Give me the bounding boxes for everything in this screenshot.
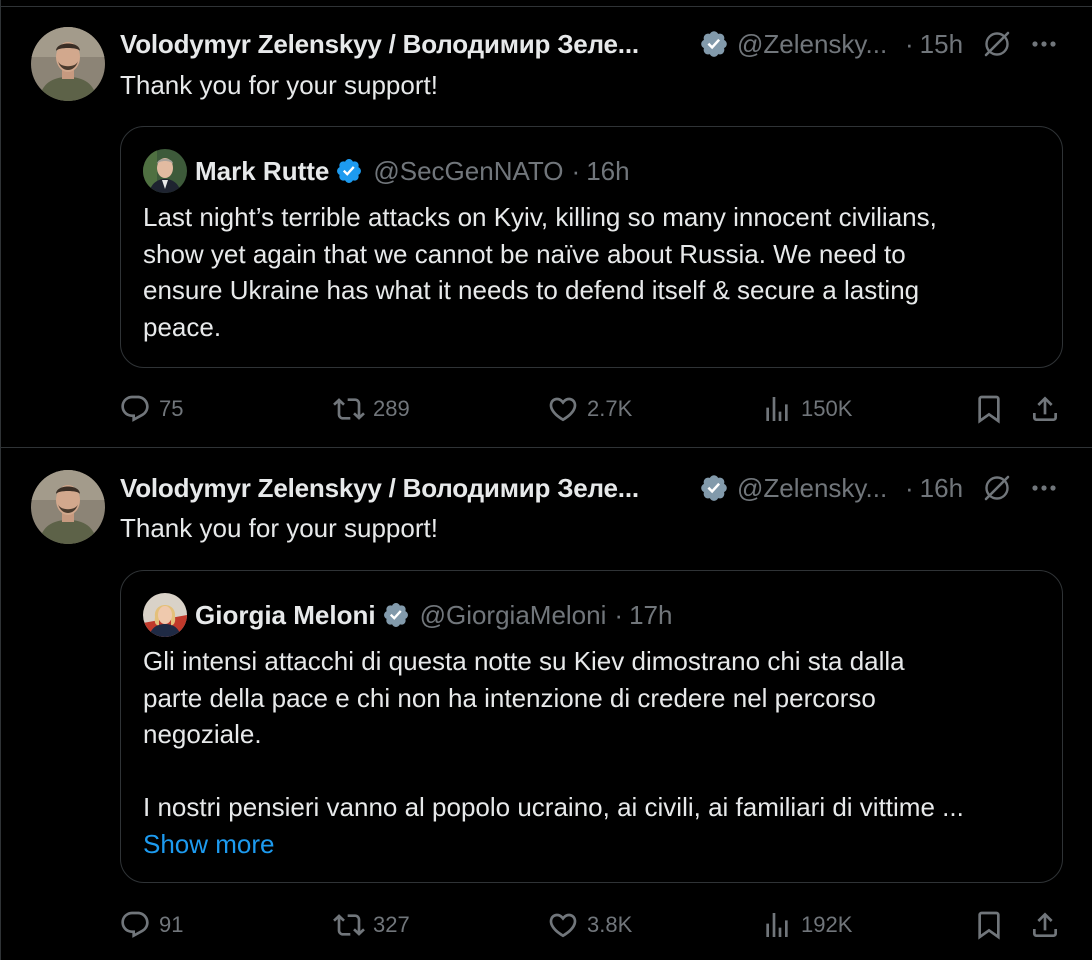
quote-text-line: peace. — [143, 311, 222, 342]
quote-text: Gli intensi attacchi di questa notte su … — [143, 643, 1040, 862]
bookmark-button[interactable] — [973, 389, 1005, 429]
bookmark-button[interactable] — [973, 905, 1005, 945]
more-icon[interactable] — [1029, 29, 1059, 59]
repost-button[interactable]: 327 — [333, 905, 410, 945]
quote-text: Last night’s terrible attacks on Kyiv, k… — [143, 199, 1040, 345]
show-more-link[interactable]: Show more — [143, 826, 1040, 863]
verified-badge-icon — [701, 475, 727, 501]
reply-button[interactable]: 91 — [119, 905, 183, 945]
repost-count: 327 — [373, 912, 410, 937]
tweet-text: Thank you for your support! — [120, 70, 438, 100]
tweet-actions: 91 327 3.8K 192K — [1, 905, 1092, 945]
reply-count: 75 — [159, 396, 184, 421]
like-button[interactable]: 3.8K — [547, 905, 632, 945]
tweet[interactable]: Volodymyr Zelenskyy / Володимир Зеле... … — [1, 0, 1092, 447]
author-avatar[interactable] — [31, 470, 105, 544]
quote-text-line — [143, 753, 1040, 790]
more-icon[interactable] — [1029, 473, 1059, 503]
author-name[interactable]: Volodymyr Zelenskyy / Володимир Зеле... — [120, 29, 685, 60]
quote-text-line: I nostri pensieri vanno al popolo ucrain… — [143, 792, 964, 822]
reply-icon — [121, 911, 149, 938]
verified-badge-icon — [383, 603, 408, 627]
tweet-actions: 75 289 2.7K 150K — [1, 389, 1092, 429]
share-button[interactable] — [1029, 905, 1061, 945]
quote-author-handle[interactable]: @SecGenNATO — [373, 156, 563, 187]
share-icon — [1033, 396, 1057, 421]
quote-text-line: Gli intensi attacchi di questa notte su … — [143, 646, 905, 676]
author-avatar[interactable] — [31, 27, 105, 101]
grok-icon[interactable] — [981, 472, 1013, 504]
views-icon — [766, 397, 788, 421]
views-count: 150K — [801, 396, 853, 421]
timestamp[interactable]: 15h — [920, 29, 963, 60]
like-icon — [549, 913, 577, 938]
timestamp[interactable]: 16h — [920, 473, 963, 504]
views-icon — [766, 913, 788, 937]
like-count: 2.7K — [587, 396, 633, 421]
quote-timestamp[interactable]: 16h — [586, 156, 629, 187]
repost-icon — [333, 914, 365, 936]
quote-author-name[interactable]: Giorgia Meloni — [195, 600, 376, 631]
quote-timestamp[interactable]: 17h — [629, 600, 672, 631]
quote-header: Giorgia Meloni @GiorgiaMeloni · 17h — [143, 593, 672, 637]
reply-icon — [121, 395, 149, 422]
quote-text-line: parte della pace e chi non ha intenzione… — [143, 682, 876, 713]
views-count: 192K — [801, 912, 853, 937]
dot-separator: · — [614, 599, 624, 630]
dot-separator: · — [571, 155, 581, 186]
reply-button[interactable]: 75 — [119, 389, 183, 429]
quote-text-line: negoziale. — [143, 719, 262, 749]
tweet[interactable]: Volodymyr Zelenskyy / Володимир Зеле... … — [1, 448, 1092, 960]
verified-badge-icon — [701, 31, 727, 57]
quote-text-line: show yet again that we cannot be naïve a… — [143, 238, 906, 269]
repost-button[interactable]: 289 — [333, 389, 410, 429]
author-handle[interactable]: @Zelensky... — [737, 29, 893, 60]
quote-author-handle[interactable]: @GiorgiaMeloni — [420, 600, 607, 631]
repost-icon — [333, 398, 365, 420]
share-button[interactable] — [1029, 389, 1061, 429]
grok-icon[interactable] — [981, 28, 1013, 60]
dot-separator: · — [905, 28, 914, 59]
views-button[interactable]: 192K — [761, 905, 852, 945]
tweet-header: Volodymyr Zelenskyy / Володимир Зеле... … — [120, 471, 1073, 505]
quote-header: Mark Rutte @SecGenNATO · 16h — [143, 149, 630, 193]
quote-text-line: ensure Ukraine has what it needs to defe… — [143, 275, 920, 305]
repost-count: 289 — [373, 396, 410, 421]
views-button[interactable]: 150K — [761, 389, 852, 429]
author-name[interactable]: Volodymyr Zelenskyy / Володимир Зеле... — [120, 473, 685, 504]
verified-badge-icon — [337, 159, 362, 183]
like-button[interactable]: 2.7K — [547, 389, 632, 429]
tweet-text: Thank you for your support! — [120, 513, 438, 543]
quote-author-avatar[interactable] — [143, 149, 187, 193]
quote-author-avatar[interactable] — [143, 593, 187, 637]
quote-text-line: Last night’s terrible attacks on Kyiv, k… — [143, 202, 937, 232]
bookmark-icon — [978, 395, 1000, 424]
quote-tweet[interactable]: Giorgia Meloni @GiorgiaMeloni · 17h Gli … — [120, 570, 1063, 883]
author-handle[interactable]: @Zelensky... — [737, 473, 893, 504]
like-icon — [549, 397, 577, 422]
like-count: 3.8K — [587, 912, 633, 937]
quote-author-name[interactable]: Mark Rutte — [195, 156, 329, 187]
quote-tweet[interactable]: Mark Rutte @SecGenNATO · 16h Last night’… — [120, 126, 1063, 368]
bookmark-icon — [978, 911, 1000, 940]
tweet-header: Volodymyr Zelenskyy / Володимир Зеле... … — [120, 27, 1073, 61]
share-icon — [1033, 912, 1057, 937]
dot-separator: · — [905, 472, 914, 503]
timeline-feed: Volodymyr Zelenskyy / Володимир Зеле... … — [0, 0, 1092, 960]
reply-count: 91 — [159, 912, 184, 937]
